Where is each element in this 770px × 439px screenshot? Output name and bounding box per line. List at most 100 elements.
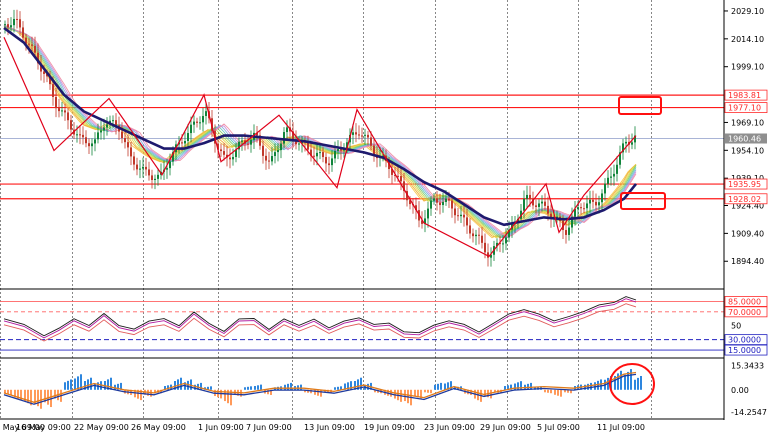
chart-canvas[interactable]: 2029.102014.101999.101969.101954.101939.…: [0, 0, 770, 435]
candle-body: [355, 132, 357, 135]
candle-body: [151, 175, 153, 180]
macd-histogram-bar: [64, 382, 66, 390]
candle-body: [322, 152, 324, 158]
candle-body: [112, 120, 114, 122]
candle-body: [133, 156, 135, 165]
macd-histogram-bar: [210, 386, 212, 390]
macd-histogram-bar: [634, 379, 636, 390]
candle-body: [427, 208, 429, 219]
candle-body: [454, 208, 456, 216]
macd-histogram-bar: [287, 383, 289, 390]
date-label: 5 Jul 09:00: [537, 423, 580, 432]
macd-histogram-bar: [640, 375, 642, 390]
candle-body: [16, 18, 18, 20]
candle-body: [136, 164, 138, 170]
candle-body: [76, 134, 78, 136]
candle-body: [22, 27, 24, 38]
candle-body: [268, 160, 270, 162]
macd-axis-label: -14.2547: [731, 408, 767, 417]
candle-body: [28, 43, 30, 45]
candle-body: [67, 112, 69, 121]
macd-histogram-bar: [404, 389, 406, 402]
macd-histogram-bar: [617, 373, 619, 390]
macd-histogram-bar: [590, 382, 592, 390]
candle-body: [34, 45, 36, 53]
macd-histogram-bar: [560, 389, 562, 397]
candle-body: [538, 203, 540, 207]
candle-body: [265, 155, 267, 161]
price-label: 1977.10: [728, 104, 761, 113]
macd-histogram-bar: [557, 389, 559, 396]
candle-body: [280, 143, 282, 151]
candle-body: [271, 156, 273, 162]
oscillator-axis-label: 50: [731, 322, 741, 331]
macd-histogram-bar: [587, 383, 589, 390]
candle-body: [613, 173, 615, 177]
macd-histogram-bar: [544, 389, 546, 393]
time-axis: 10 May 09:0016 May 09:0022 May 09:0026 M…: [0, 423, 645, 432]
macd-histogram-bar: [254, 386, 256, 390]
candle-body: [475, 234, 477, 237]
macd-histogram-bar: [10, 389, 12, 395]
candle-body: [169, 161, 171, 169]
candle-body: [298, 143, 300, 145]
candle-body: [361, 135, 363, 137]
candle-body: [58, 108, 60, 112]
candle-body: [7, 24, 9, 28]
axis-tick-label: 1969.10: [731, 118, 764, 127]
candle-body: [445, 198, 447, 202]
macd-histogram-bar: [490, 389, 492, 399]
candle-body: [616, 164, 618, 174]
candle-body: [52, 84, 54, 97]
candle-body: [457, 215, 459, 217]
candle-body: [364, 134, 366, 136]
candle-body: [316, 152, 318, 157]
candle-body: [196, 121, 198, 123]
candle-body: [145, 166, 147, 170]
candle-body: [610, 176, 612, 178]
candle-body: [463, 214, 465, 218]
macd-histogram-bar: [437, 383, 439, 390]
candle-body: [472, 233, 474, 237]
candle-body: [205, 111, 207, 116]
date-label: 26 May 09:00: [131, 423, 186, 432]
date-label: 11 Jul 09:00: [597, 423, 645, 432]
candle-body: [199, 122, 201, 124]
macd-histogram-bar: [247, 386, 249, 390]
macd-axis-label: 0.00: [731, 386, 749, 395]
oscillator-axis-label: 70.0000: [728, 308, 761, 317]
date-label: 19 Jun 09:00: [364, 423, 415, 432]
date-label: 29 Jun 09:00: [480, 423, 531, 432]
candle-body: [568, 227, 570, 235]
candle-body: [91, 143, 93, 147]
macd-histogram-bar: [334, 387, 336, 390]
candle-body: [100, 130, 102, 133]
candle-body: [589, 199, 591, 204]
candle-body: [166, 168, 168, 170]
candle-body: [460, 214, 462, 217]
candle-body: [430, 200, 432, 209]
macd-histogram-bar: [637, 377, 639, 390]
macd-histogram-bar: [484, 389, 486, 397]
date-label: 22 May 09:00: [74, 423, 129, 432]
candle-body: [103, 127, 105, 131]
price-label: 1960.46: [728, 135, 761, 144]
candle-body: [484, 242, 486, 253]
candle-body: [592, 199, 594, 202]
candle-body: [433, 198, 435, 201]
macd-histogram-bar: [424, 389, 426, 393]
candle-body: [154, 178, 156, 180]
candle-body: [64, 110, 66, 113]
candle-body: [10, 25, 12, 28]
candle-body: [607, 177, 609, 184]
candle-body: [358, 134, 360, 136]
candle-body: [184, 140, 186, 144]
candle-body: [481, 235, 483, 243]
candle-body: [106, 124, 108, 128]
candle-body: [328, 163, 330, 166]
axis-tick-label: 2014.10: [731, 35, 764, 44]
macd-histogram-bar: [414, 389, 416, 397]
candle-body: [583, 208, 585, 210]
candle-body: [262, 145, 264, 156]
macd-histogram-bar: [260, 384, 262, 390]
